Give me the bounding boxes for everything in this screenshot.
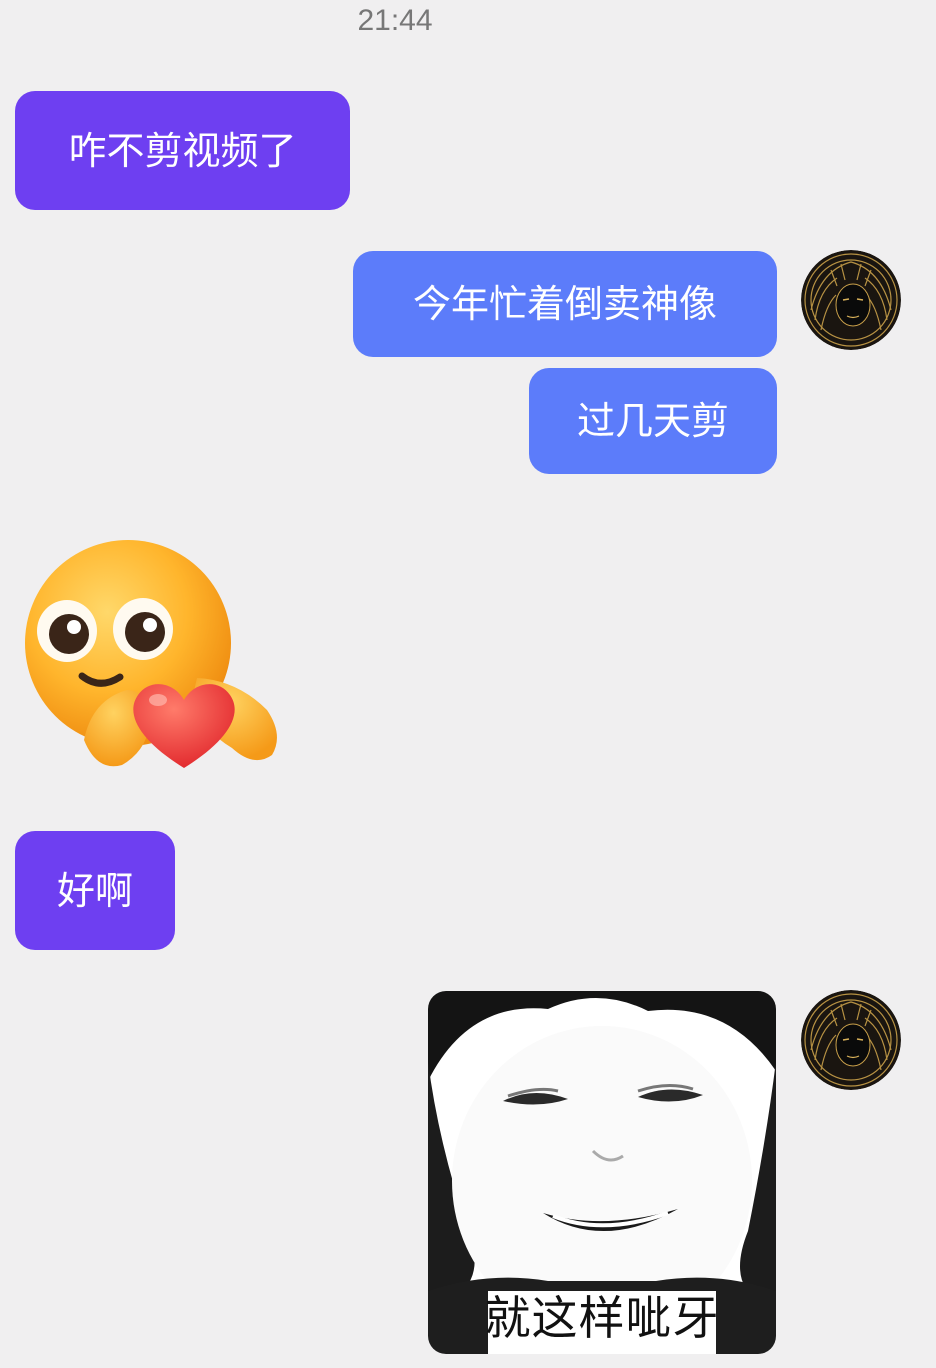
chat-screen: 21:44 咋不剪视频了 今年忙着倒卖神像 过几天剪 好啊 就这样呲牙 (0, 0, 936, 1368)
meme-face-icon[interactable]: 就这样呲牙 (428, 991, 776, 1354)
message-text: 今年忙着倒卖神像 (412, 282, 717, 326)
incoming-message-bubble[interactable]: 好啊 (15, 831, 175, 950)
message-text: 好啊 (56, 868, 133, 913)
avatar-deity-icon (801, 250, 901, 350)
message-text: 过几天剪 (576, 399, 729, 443)
incoming-message-bubble[interactable]: 咋不剪视频了 (15, 91, 350, 210)
avatar-deity-icon (801, 990, 901, 1090)
outgoing-message-bubble[interactable]: 今年忙着倒卖神像 (353, 251, 777, 357)
user-avatar[interactable] (801, 990, 901, 1090)
smiley-holding-heart-icon[interactable] (22, 540, 288, 780)
message-timestamp: 21:44 (357, 4, 433, 37)
meme-caption: 就这样呲牙 (484, 1291, 720, 1345)
message-text: 咋不剪视频了 (68, 128, 297, 173)
user-avatar[interactable] (801, 250, 901, 350)
outgoing-message-bubble[interactable]: 过几天剪 (529, 368, 777, 474)
